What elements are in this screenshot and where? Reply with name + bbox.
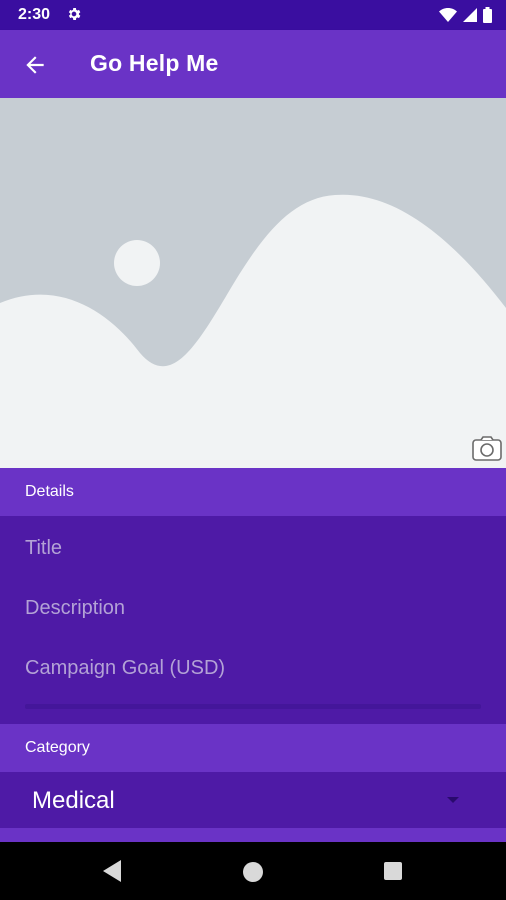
system-navigation-bar [0,842,506,900]
content-bottom-strip [0,828,506,842]
settings-icon [68,8,81,20]
category-dropdown[interactable]: Medical [0,772,506,828]
arrow-left-icon[interactable] [22,52,48,78]
category-header-label: Category [25,739,90,756]
title-field[interactable]: Title [25,537,62,560]
status-icons [439,7,492,23]
camera-icon[interactable] [472,436,502,462]
campaign-goal-field[interactable]: Campaign Goal (USD) [25,657,225,680]
details-form: Title Description Campaign Goal (USD) [0,516,506,724]
dropdown-arrow-icon [447,797,459,803]
image-placeholder[interactable] [0,98,506,468]
wifi-icon [439,8,457,22]
details-section-header: Details [0,468,506,516]
category-selected-value: Medical [32,787,115,814]
signal-icon [463,8,477,22]
image-placeholder-illustration [0,194,506,468]
field-underline [25,704,481,709]
details-header-label: Details [25,483,74,500]
page-title: Go Help Me [90,50,219,76]
nav-recents-icon[interactable] [384,862,402,880]
status-bar: 2:30 [0,0,506,30]
sun-shape [114,240,160,286]
description-field[interactable]: Description [25,597,125,620]
nav-back-icon[interactable] [103,860,123,882]
category-section-header: Category [0,724,506,772]
nav-home-icon[interactable] [243,862,263,882]
app-bar: Go Help Me [0,30,506,98]
battery-icon [483,7,492,23]
status-time: 2:30 [18,6,51,23]
